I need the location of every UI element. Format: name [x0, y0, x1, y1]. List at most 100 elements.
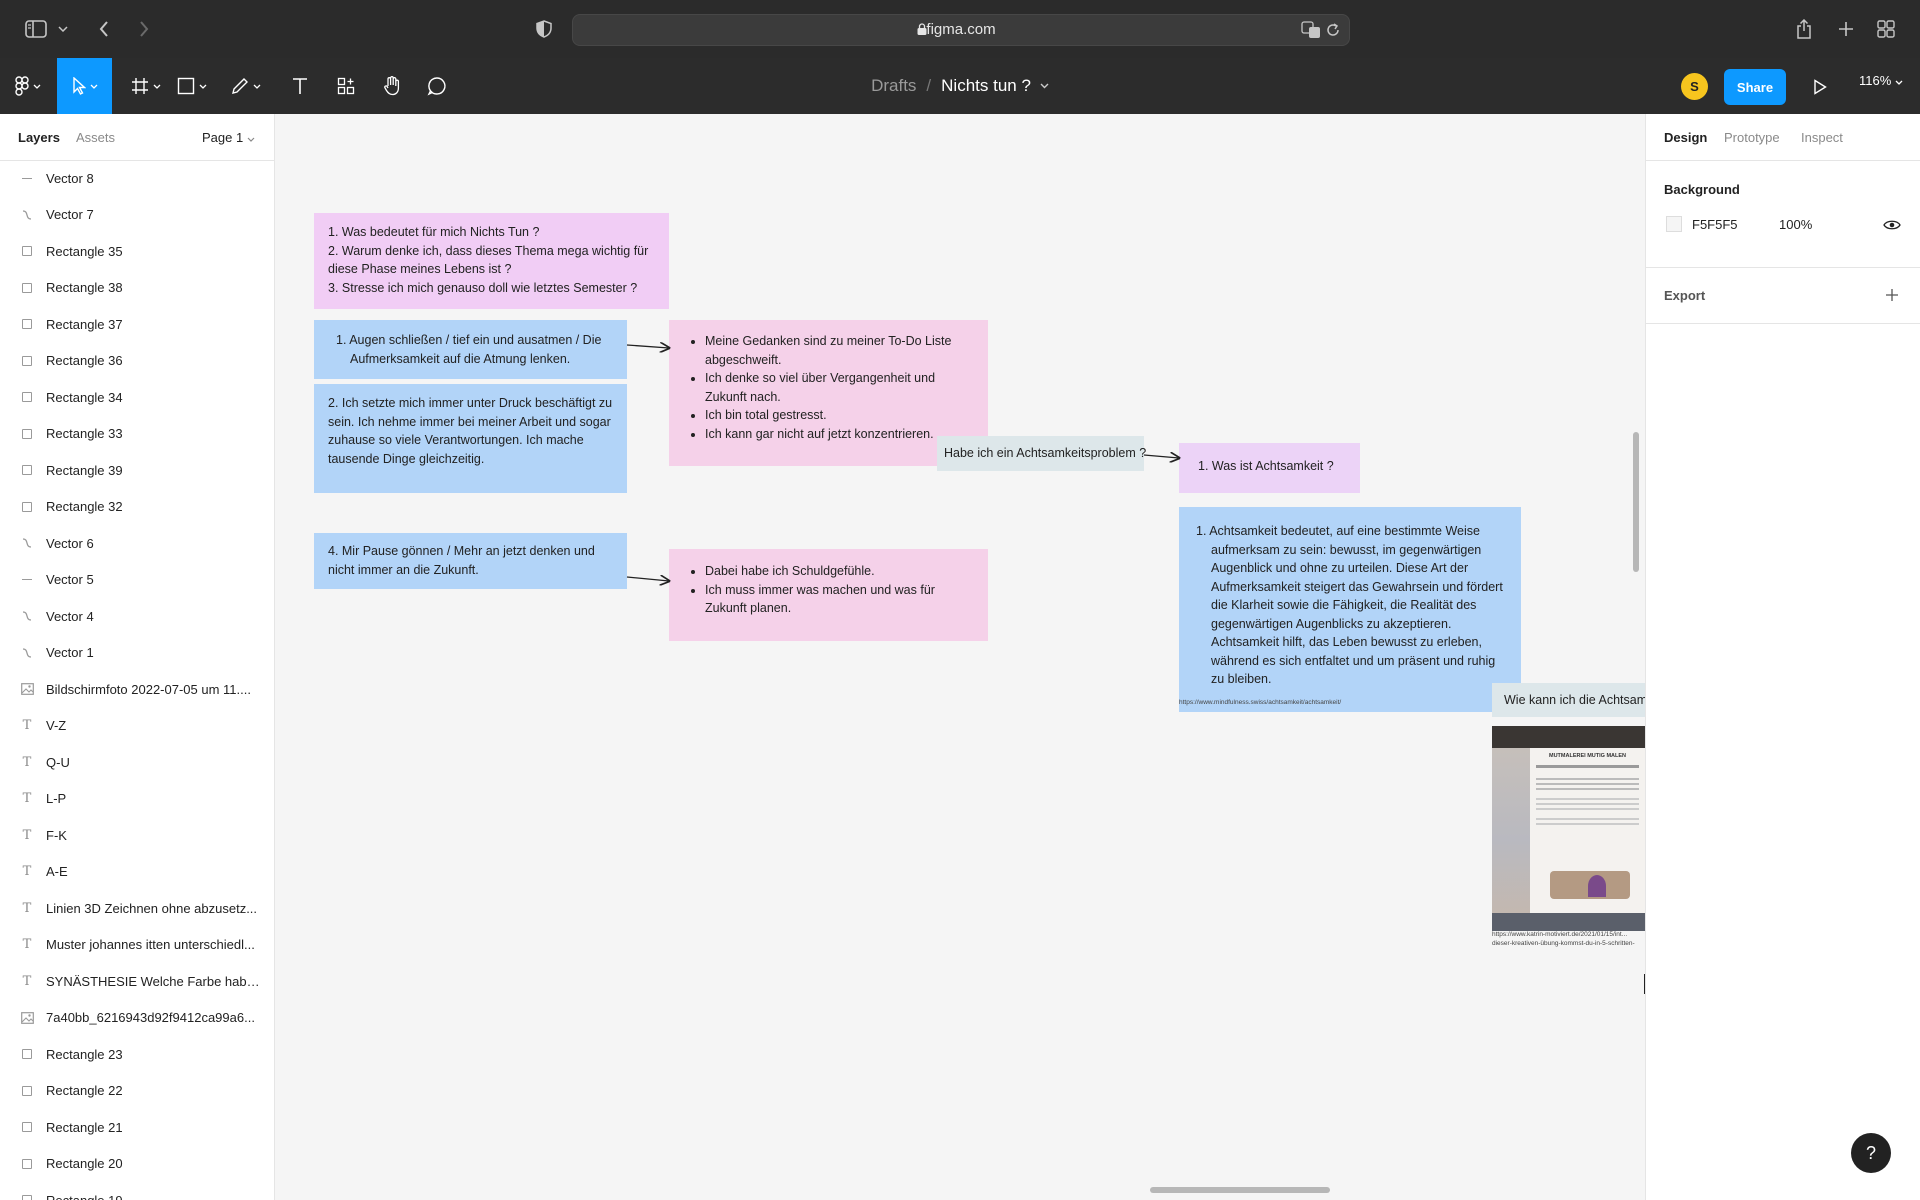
- chevron-down-icon: [1895, 80, 1903, 85]
- layer-row[interactable]: Vector 1: [0, 635, 274, 672]
- layer-row[interactable]: Vector 5: [0, 562, 274, 599]
- privacy-shield-icon[interactable]: [534, 16, 554, 42]
- background-opacity[interactable]: 100%: [1779, 217, 1812, 232]
- layer-row[interactable]: Rectangle 20: [0, 1146, 274, 1183]
- canvas[interactable]: 1. Was bedeutet für mich Nichts Tun ? 2.…: [275, 114, 1645, 1200]
- layer-name: Q-U: [46, 754, 70, 770]
- reload-icon[interactable]: [1325, 22, 1341, 38]
- layer-name: Rectangle 20: [46, 1156, 123, 1172]
- image-icon: [20, 682, 34, 696]
- layer-row[interactable]: Rectangle 33: [0, 416, 274, 453]
- layer-name: 7a40bb_6216943d92f9412ca99a6...: [46, 1010, 255, 1026]
- layer-row[interactable]: Rectangle 37: [0, 306, 274, 343]
- horizontal-scrollbar[interactable]: [1150, 1187, 1330, 1193]
- share-sheet-icon[interactable]: [1794, 16, 1814, 42]
- layer-name: Vector 7: [46, 207, 94, 223]
- layer-row[interactable]: T SYNÄSTHESIE Welche Farbe habe...: [0, 963, 274, 1000]
- layer-name: Rectangle 34: [46, 389, 123, 405]
- rectangle-icon: [20, 317, 34, 331]
- tab-layers[interactable]: Layers: [18, 130, 60, 145]
- back-icon[interactable]: [94, 16, 114, 42]
- layer-name: Vector 8: [46, 170, 94, 186]
- share-button[interactable]: Share: [1724, 69, 1786, 105]
- rectangle-icon: [20, 390, 34, 404]
- layer-name: Rectangle 35: [46, 243, 123, 259]
- text-icon: T: [22, 827, 32, 843]
- help-button[interactable]: ?: [1851, 1133, 1891, 1173]
- file-name[interactable]: Nichts tun ?: [941, 76, 1031, 96]
- figma-toolbar: Drafts / Nichts tun ?: [0, 58, 1920, 114]
- layer-row[interactable]: Rectangle 36: [0, 343, 274, 380]
- eye-icon[interactable]: [1883, 219, 1901, 231]
- layer-row[interactable]: T A-E: [0, 854, 274, 891]
- tab-design[interactable]: Design: [1664, 130, 1707, 145]
- tab-inspect[interactable]: Inspect: [1801, 130, 1843, 145]
- sidebar-toggle-icon[interactable]: [22, 16, 50, 42]
- layer-row[interactable]: Vector 8: [0, 160, 274, 197]
- layer-row[interactable]: Rectangle 35: [0, 233, 274, 270]
- breadcrumb-drafts[interactable]: Drafts: [871, 76, 916, 96]
- layer-name: Rectangle 19: [46, 1193, 123, 1200]
- layer-name: Rectangle 22: [46, 1083, 123, 1099]
- layer-row[interactable]: Rectangle 38: [0, 270, 274, 307]
- rectangle-icon: [20, 1157, 34, 1171]
- layer-row[interactable]: T Linien 3D Zeichnen ohne abzusetz...: [0, 890, 274, 927]
- layer-row[interactable]: Bildschirmfoto 2022-07-05 um 11....: [0, 671, 274, 708]
- layer-name: Vector 6: [46, 535, 94, 551]
- layer-row[interactable]: 7a40bb_6216943d92f9412ca99a6...: [0, 1000, 274, 1037]
- page-select[interactable]: Page 1: [202, 130, 255, 145]
- url-bar[interactable]: figma.com: [572, 14, 1350, 46]
- tab-prototype[interactable]: Prototype: [1724, 130, 1780, 145]
- zoom-level[interactable]: 116%: [1859, 73, 1903, 88]
- new-tab-icon[interactable]: [1836, 16, 1856, 42]
- add-export-icon[interactable]: [1885, 288, 1899, 302]
- layer-row[interactable]: Vector 7: [0, 197, 274, 234]
- layer-row[interactable]: Rectangle 23: [0, 1036, 274, 1073]
- layer-name: Vector 5: [46, 572, 94, 588]
- layer-name: Rectangle 33: [46, 426, 123, 442]
- line-icon: [20, 573, 34, 587]
- breadcrumb: Drafts / Nichts tun ?: [0, 58, 1920, 114]
- layer-row[interactable]: T F-K: [0, 817, 274, 854]
- layer-name: L-P: [46, 791, 67, 807]
- background-title: Background: [1664, 182, 1740, 197]
- chevron-down-icon[interactable]: [1040, 83, 1049, 89]
- layer-row[interactable]: T Q-U: [0, 744, 274, 781]
- vertical-scrollbar[interactable]: [1633, 432, 1639, 572]
- text-icon: T: [22, 718, 32, 734]
- layer-name: Rectangle 32: [46, 499, 123, 515]
- line-icon: [20, 171, 34, 185]
- present-play-icon[interactable]: [1813, 79, 1827, 95]
- layer-row[interactable]: T Muster johannes itten unterschiedl...: [0, 927, 274, 964]
- rectangle-icon: [20, 500, 34, 514]
- layer-row[interactable]: Rectangle 19: [0, 1182, 274, 1200]
- avatar[interactable]: S: [1681, 73, 1708, 100]
- rectangle-icon: [20, 1047, 34, 1061]
- layer-row[interactable]: Rectangle 21: [0, 1109, 274, 1146]
- background-section: Background: [1646, 160, 1920, 268]
- layer-name: Rectangle 23: [46, 1046, 123, 1062]
- layer-row[interactable]: T L-P: [0, 781, 274, 818]
- background-swatch[interactable]: [1666, 216, 1682, 232]
- rectangle-icon: [20, 1193, 34, 1200]
- tab-assets[interactable]: Assets: [76, 130, 115, 145]
- layer-row[interactable]: T V-Z: [0, 708, 274, 745]
- forward-icon[interactable]: [134, 16, 154, 42]
- layer-row[interactable]: Rectangle 39: [0, 452, 274, 489]
- text-cursor: [1644, 974, 1645, 994]
- layer-row[interactable]: Vector 4: [0, 598, 274, 635]
- layer-row[interactable]: Rectangle 32: [0, 489, 274, 526]
- layer-row[interactable]: Vector 6: [0, 525, 274, 562]
- vector-icon: [20, 208, 34, 222]
- background-hex[interactable]: F5F5F5: [1692, 217, 1738, 232]
- chevron-down-icon[interactable]: [56, 16, 70, 42]
- rectangle-icon: [20, 354, 34, 368]
- translate-icon[interactable]: [1301, 21, 1321, 39]
- layer-name: Muster johannes itten unterschiedl...: [46, 937, 255, 953]
- layer-row[interactable]: Rectangle 34: [0, 379, 274, 416]
- layer-row[interactable]: Rectangle 22: [0, 1073, 274, 1110]
- layer-name: Rectangle 37: [46, 316, 123, 332]
- rectangle-icon: [20, 1120, 34, 1134]
- tab-overview-icon[interactable]: [1876, 16, 1896, 42]
- text-icon: T: [22, 900, 32, 916]
